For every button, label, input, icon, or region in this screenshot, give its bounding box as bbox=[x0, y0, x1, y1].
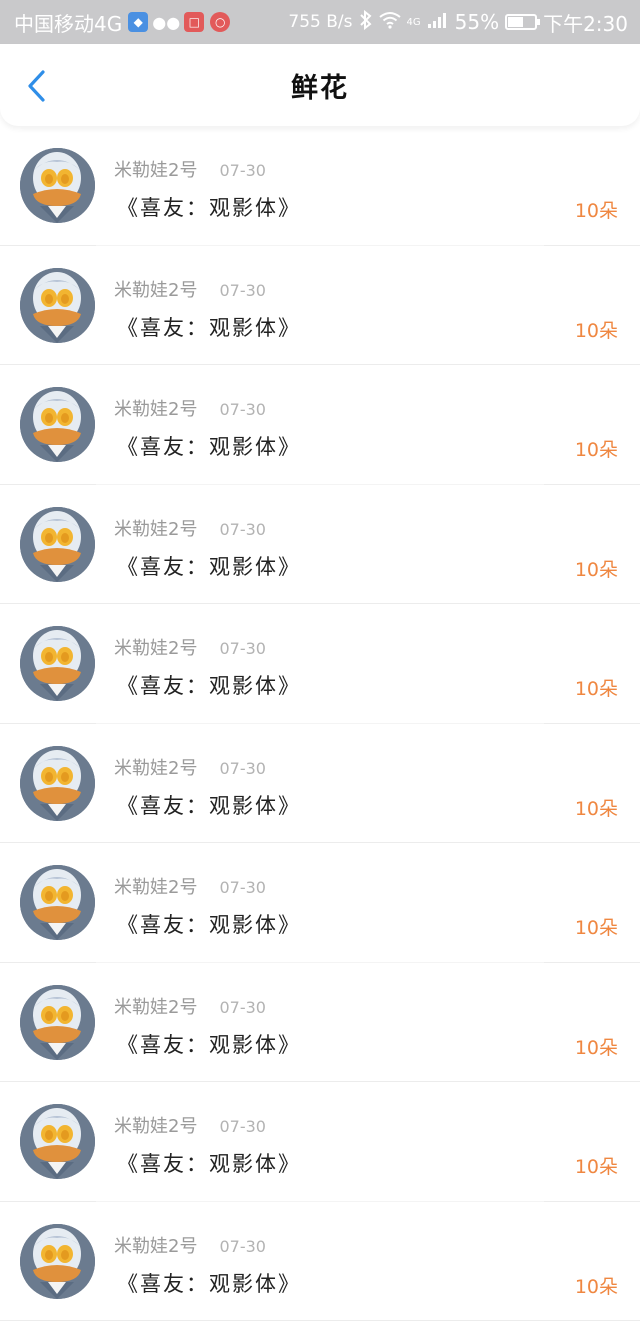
record-meta: 米勒娃2号 07-30 bbox=[114, 515, 266, 541]
flower-count: 10朵 bbox=[574, 1275, 618, 1298]
record-date: 07-30 bbox=[219, 519, 266, 539]
flower-count: 10朵 bbox=[574, 200, 618, 222]
record-meta: 米勒娃2号 07-30 bbox=[114, 1112, 266, 1138]
flower-count: 10朵 bbox=[574, 558, 618, 581]
sender-name[interactable]: 米勒娃2号 bbox=[114, 276, 197, 302]
record-meta: 米勒娃2号 07-30 bbox=[114, 276, 266, 302]
flower-count: 10朵 bbox=[574, 1036, 618, 1059]
avatar[interactable] bbox=[20, 745, 95, 821]
work-title[interactable]: 《喜友：观影体》 bbox=[117, 790, 301, 820]
work-title[interactable]: 《喜友：观影体》 bbox=[117, 431, 301, 461]
wechat-icon: ●● bbox=[152, 12, 181, 32]
flower-record-list: 米勒娃2号 07-30 《喜友：观影体》 10朵 米勒娃2号 07-30 《喜友… bbox=[0, 126, 640, 1321]
work-title[interactable]: 《喜友：观影体》 bbox=[117, 1029, 301, 1059]
chevron-left-icon bbox=[28, 70, 45, 102]
list-item[interactable]: 米勒娃2号 07-30 《喜友：观影体》 10朵 bbox=[0, 724, 640, 843]
flower-count: 10朵 bbox=[574, 1156, 618, 1178]
record-date: 07-30 bbox=[219, 400, 266, 419]
list-item[interactable]: 米勒娃2号 07-30 《喜友：观影体》 10朵 bbox=[0, 963, 640, 1082]
battery-percent: 55% bbox=[454, 10, 500, 34]
work-title[interactable]: 《喜友：观影体》 bbox=[117, 909, 301, 939]
sender-name[interactable]: 米勒娃2号 bbox=[114, 395, 197, 421]
work-title[interactable]: 《喜友：观影体》 bbox=[117, 1268, 301, 1298]
work-title[interactable]: 《喜友：观影体》 bbox=[117, 1148, 301, 1178]
record-meta: 米勒娃2号 07-30 bbox=[114, 873, 266, 899]
record-date: 07-30 bbox=[219, 878, 266, 897]
list-item[interactable]: 米勒娃2号 07-30 《喜友：观影体》 10朵 bbox=[0, 485, 640, 604]
list-item[interactable]: 米勒娃2号 07-30 《喜友：观影体》 10朵 bbox=[0, 843, 640, 963]
record-meta: 米勒娃2号 07-30 bbox=[114, 395, 266, 421]
flower-count: 10朵 bbox=[574, 917, 618, 939]
list-item[interactable]: 米勒娃2号 07-30 《喜友：观影体》 10朵 bbox=[0, 246, 640, 365]
avatar[interactable] bbox=[20, 267, 95, 343]
battery-icon bbox=[505, 14, 541, 30]
sender-name[interactable]: 米勒娃2号 bbox=[114, 873, 197, 899]
sender-name[interactable]: 米勒娃2号 bbox=[114, 1112, 197, 1138]
record-meta: 米勒娃2号 07-30 bbox=[114, 754, 266, 780]
record-date: 07-30 bbox=[219, 1117, 266, 1136]
work-title[interactable]: 《喜友：观影体》 bbox=[117, 192, 301, 222]
record-meta: 米勒娃2号 07-30 bbox=[114, 993, 266, 1019]
list-item[interactable]: 米勒娃2号 07-30 《喜友：观影体》 10朵 bbox=[0, 126, 640, 246]
flower-count: 10朵 bbox=[574, 319, 618, 342]
network-speed: 755 B/s bbox=[288, 12, 353, 32]
status-bar-left: 中国移动4G ◆ ●● □ ○ bbox=[14, 8, 231, 37]
list-item[interactable]: 米勒娃2号 07-30 《喜友：观影体》 10朵 bbox=[0, 365, 640, 485]
avatar[interactable] bbox=[20, 387, 95, 462]
avatar[interactable] bbox=[20, 984, 95, 1060]
network-type: 4G bbox=[406, 16, 421, 28]
sender-name[interactable]: 米勒娃2号 bbox=[114, 1232, 197, 1258]
record-date: 07-30 bbox=[219, 161, 266, 180]
list-item[interactable]: 米勒娃2号 07-30 《喜友：观影体》 10朵 bbox=[0, 1082, 640, 1202]
avatar[interactable] bbox=[20, 626, 95, 701]
wifi-icon bbox=[378, 10, 401, 34]
shield-app-icon: ◆ bbox=[128, 12, 149, 32]
sender-name[interactable]: 米勒娃2号 bbox=[114, 156, 197, 182]
flower-count: 10朵 bbox=[574, 797, 618, 820]
signal-icon bbox=[427, 10, 449, 34]
status-bar-right: 755 B/s 4G 55% 下午2:30 bbox=[288, 8, 628, 37]
sender-name[interactable]: 米勒娃2号 bbox=[114, 515, 197, 541]
record-date: 07-30 bbox=[219, 639, 266, 658]
list-item[interactable]: 米勒娃2号 07-30 《喜友：观影体》 10朵 bbox=[0, 604, 640, 724]
clock: 下午2:30 bbox=[543, 11, 628, 36]
list-item[interactable]: 米勒娃2号 07-30 《喜友：观影体》 10朵 bbox=[0, 1202, 640, 1321]
record-meta: 米勒娃2号 07-30 bbox=[114, 1232, 266, 1258]
record-date: 07-30 bbox=[219, 1236, 266, 1256]
red-app-icon: ○ bbox=[210, 12, 231, 32]
record-meta: 米勒娃2号 07-30 bbox=[114, 634, 266, 660]
avatar[interactable] bbox=[20, 1104, 95, 1179]
book-app-icon: □ bbox=[184, 12, 205, 32]
record-meta: 米勒娃2号 07-30 bbox=[114, 156, 266, 182]
avatar[interactable] bbox=[20, 1223, 95, 1299]
record-date: 07-30 bbox=[219, 280, 266, 300]
avatar[interactable] bbox=[20, 506, 95, 582]
carrier-label: 中国移动4G bbox=[14, 11, 123, 36]
sender-name[interactable]: 米勒娃2号 bbox=[114, 993, 197, 1019]
nav-bar: 鲜花 bbox=[0, 44, 640, 126]
sender-name[interactable]: 米勒娃2号 bbox=[114, 754, 197, 780]
status-bar: 中国移动4G ◆ ●● □ ○ 755 B/s 4G 55% 下午2:30 bbox=[0, 0, 640, 44]
bluetooth-icon bbox=[359, 9, 373, 35]
work-title[interactable]: 《喜友：观影体》 bbox=[117, 312, 301, 342]
record-date: 07-30 bbox=[219, 758, 266, 778]
sender-name[interactable]: 米勒娃2号 bbox=[114, 634, 197, 660]
avatar[interactable] bbox=[20, 865, 95, 940]
back-button[interactable] bbox=[18, 66, 54, 106]
record-date: 07-30 bbox=[219, 997, 266, 1017]
flower-count: 10朵 bbox=[574, 678, 618, 700]
page-title: 鲜花 bbox=[291, 72, 349, 104]
flower-count: 10朵 bbox=[574, 439, 618, 461]
work-title[interactable]: 《喜友：观影体》 bbox=[117, 551, 301, 581]
work-title[interactable]: 《喜友：观影体》 bbox=[117, 670, 301, 700]
avatar[interactable] bbox=[20, 148, 95, 223]
